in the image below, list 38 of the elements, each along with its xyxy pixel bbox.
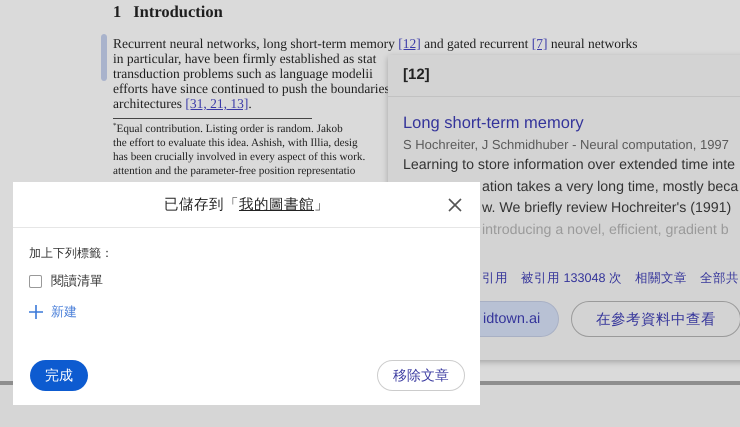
- abstract-line: Learning to store information over extended time inte: [403, 156, 736, 175]
- footnote-line: $^{*}$Equal contribution. Listing order is random. Jakob: [113, 122, 343, 136]
- popup-button[interactable]: 在參考資料中查看: [571, 301, 740, 337]
- highlight-bar: [101, 34, 107, 81]
- citation-label: [12]: [403, 66, 430, 83]
- footnote-line: attention and the parameter-free position representatio: [113, 164, 356, 178]
- article-title-link[interactable]: Long short-term memory: [403, 112, 584, 134]
- section-heading: Introduction: [133, 2, 223, 22]
- dialog-title: 已儲存到「我的圖書館」: [164, 196, 329, 214]
- section-number: 1: [113, 2, 122, 22]
- tag-checkbox[interactable]: [29, 274, 42, 288]
- paragraph-line: in particular, have been firmly established as stat: [113, 51, 376, 66]
- article-link[interactable]: 引用: [482, 270, 508, 287]
- article-link[interactable]: 相關文章: [635, 270, 688, 287]
- paragraph-line: architectures [31, 21, 13].: [113, 96, 252, 111]
- citation-link[interactable]: [7]: [532, 36, 548, 51]
- article-authors: S Hochreiter, J Schmidhuber - Neural computation, 1997: [403, 136, 730, 154]
- plus-icon: [29, 305, 43, 319]
- citation-link[interactable]: [12]: [398, 36, 421, 51]
- paragraph-line: transduction problems such as language modelii: [113, 66, 373, 81]
- remove-article-button[interactable]: 移除文章: [377, 360, 465, 391]
- new-tag-button[interactable]: 新建: [29, 303, 77, 321]
- article-link[interactable]: 被引用 133048 次: [521, 270, 622, 287]
- footnote-line: has been crucially involved in every aspect of this work.: [113, 150, 366, 164]
- popup-button[interactable]: idtown.ai: [480, 301, 560, 337]
- article-link[interactable]: 全部共: [700, 270, 740, 287]
- abstract-line: ation takes a very long time, mostly beca: [482, 178, 738, 196]
- paragraph-line: efforts have since continued to push the boundaries: [113, 81, 390, 96]
- library-link[interactable]: 我的圖書館: [239, 197, 314, 213]
- close-icon: [448, 198, 462, 212]
- paragraph-line: Recurrent neural networks, long short-term memory [12] and gated recurrent [7] neural networks: [113, 36, 638, 51]
- footnote-line: the effort to evaluate this idea. Ashish, with Illia, desig: [113, 136, 358, 150]
- labels-prompt: 加上下列標籤：: [29, 245, 114, 261]
- tag-label: 閱讀清單: [51, 273, 103, 290]
- abstract-line: introducing a novel, efficient, gradient b: [482, 220, 729, 240]
- done-button[interactable]: 完成: [30, 360, 88, 391]
- abstract-line: w. We briefly review Hochreiter's (1991): [482, 199, 732, 218]
- citation-link[interactable]: [31, 21, 13]: [185, 96, 248, 111]
